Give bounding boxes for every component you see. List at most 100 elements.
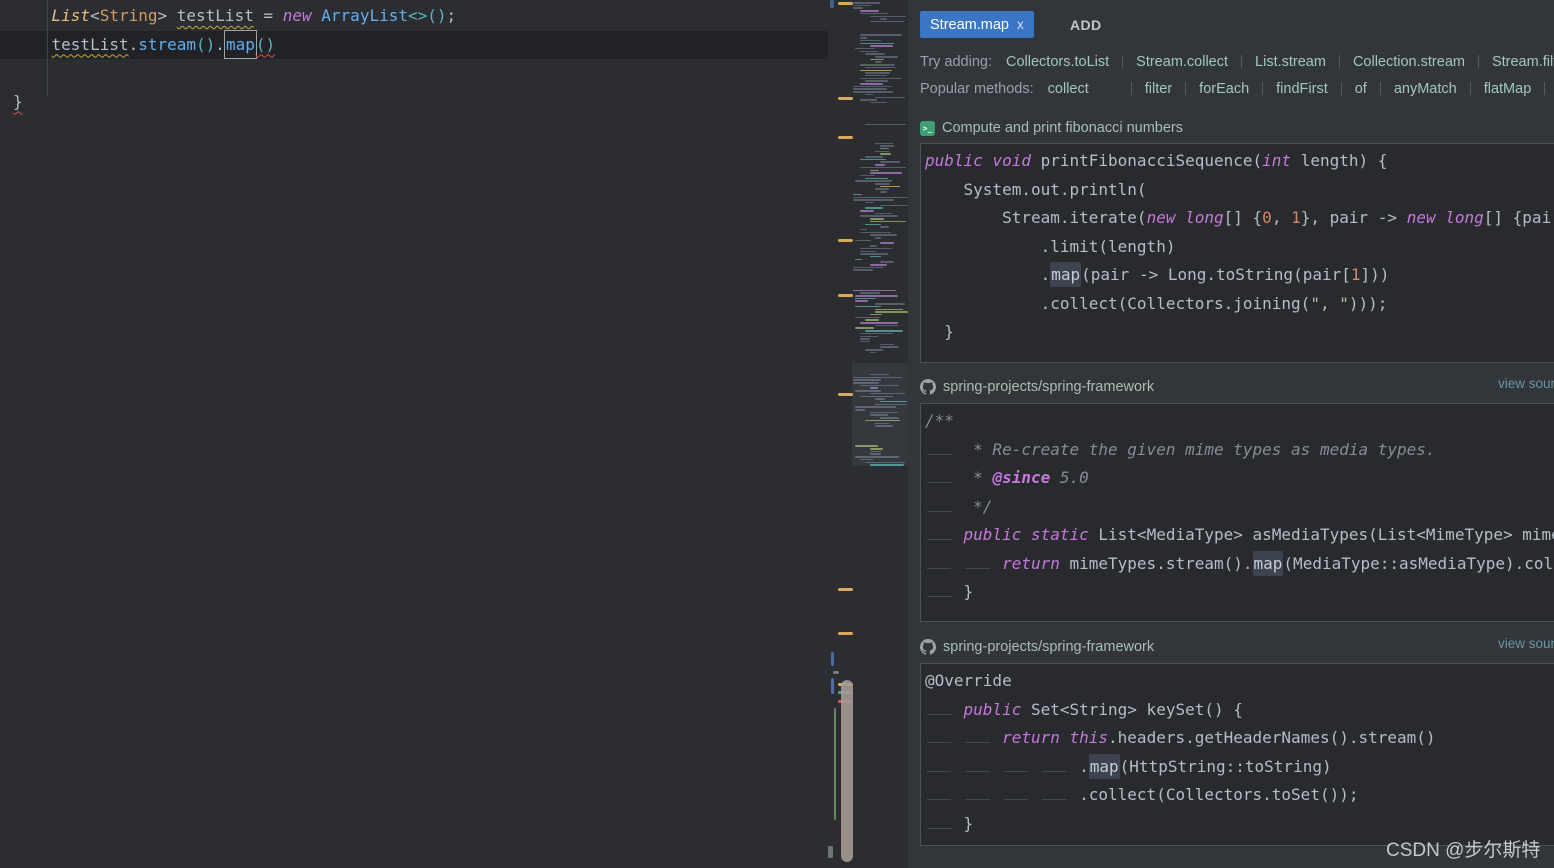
- example-section-header: >_ Compute and print fibonacci numbers: [920, 117, 1183, 139]
- minimap-line: [875, 303, 905, 305]
- minimap-line: [865, 224, 881, 226]
- minimap-line: [880, 161, 900, 163]
- suggestion-link[interactable]: Collection.stream: [1326, 54, 1465, 70]
- minimap-line: [865, 156, 883, 158]
- minimap-line: [865, 349, 883, 351]
- terminal-icon: >_: [920, 121, 935, 136]
- stripe-mark: [830, 0, 834, 8]
- minimap-line: [870, 221, 906, 223]
- code-line: }: [925, 810, 1554, 839]
- stripe-mark: [834, 708, 836, 820]
- code-line: return this.headers.getHeaderNames().str…: [925, 724, 1554, 753]
- code-editor[interactable]: List<String> testList = new ArrayList<>(…: [0, 0, 828, 868]
- method-link[interactable]: sorted: [1531, 81, 1554, 97]
- chip-label: Stream.map: [930, 17, 1009, 33]
- code-line: [13, 59, 456, 88]
- minimap-line: [860, 333, 893, 335]
- method-link[interactable]: anyMatch: [1367, 81, 1457, 97]
- minimap-line: [860, 338, 870, 340]
- minimap-line: [880, 205, 908, 207]
- method-link[interactable]: of: [1328, 81, 1367, 97]
- suggestion-link[interactable]: List.stream: [1228, 54, 1326, 70]
- minimap-line: [880, 261, 894, 263]
- code-line: Stream.iterate(new long[] {0, 1}, pair -…: [925, 204, 1554, 233]
- github-icon: [920, 639, 936, 655]
- minimap-line: [880, 242, 894, 244]
- minimap-line: [860, 251, 876, 253]
- code-line: .collect(Collectors.toSet());: [925, 781, 1554, 810]
- method-link[interactable]: filter: [1089, 81, 1172, 97]
- minimap-line: [860, 10, 879, 12]
- minimap-line: [870, 256, 881, 258]
- view-source-link[interactable]: view source: [1498, 376, 1554, 391]
- minimap-line: [855, 240, 871, 242]
- minimap-line: [860, 336, 878, 338]
- minimap-line: [880, 344, 894, 346]
- minimap-line: [870, 234, 897, 236]
- stripe-mark: [833, 671, 839, 674]
- stripe-mark: [838, 136, 853, 139]
- minimap-line: [855, 295, 898, 297]
- minimap-line: [865, 75, 887, 77]
- suggestion-link[interactable]: Collectors.toList: [1006, 54, 1109, 70]
- method-link[interactable]: collect: [1048, 81, 1089, 97]
- code-line: */: [925, 493, 1554, 522]
- minimap-line: [880, 186, 900, 188]
- minimap-line: [880, 148, 889, 150]
- repo-name[interactable]: spring-projects/spring-framework: [943, 639, 1154, 655]
- minimap-line: [860, 253, 888, 255]
- method-link[interactable]: findFirst: [1249, 81, 1328, 97]
- try-adding-links: Collectors.toListStream.collectList.stre…: [1006, 54, 1554, 70]
- minimap-line: [860, 175, 875, 177]
- minimap-viewport[interactable]: [852, 363, 908, 466]
- view-source-link[interactable]: view source: [1498, 636, 1554, 651]
- minimap-line: [855, 327, 874, 329]
- minimap-line: [860, 99, 877, 101]
- code-line: return mimeTypes.stream().map(MediaType:…: [925, 550, 1554, 579]
- ide-screenshot: { "editor": { "lines": [ [{"c":"sp","t":…: [0, 0, 1554, 868]
- code-search-panel: Stream.map x ADD Try adding:Collectors.t…: [908, 0, 1554, 868]
- minimap-line: [853, 86, 892, 88]
- stripe-mark: [838, 294, 853, 297]
- code-line: List<String> testList = new ArrayList<>(…: [13, 2, 456, 31]
- stripe-mark: [831, 678, 834, 694]
- editor-scroll-gutter: [828, 0, 909, 868]
- code-line: testList.stream().map(): [13, 31, 456, 60]
- minimap-line: [860, 34, 902, 36]
- minimap-line: [875, 61, 882, 63]
- try-adding-row: Try adding:Collectors.toListStream.colle…: [920, 54, 1554, 70]
- minimap-line: [865, 178, 888, 180]
- minimap-line: [870, 16, 906, 18]
- github-icon: [920, 379, 936, 395]
- minimap-line: [870, 102, 887, 104]
- minimap-line: [853, 290, 896, 292]
- scrollbar-thumb[interactable]: [841, 680, 853, 862]
- minimap-line: [860, 341, 870, 343]
- chip-close-icon[interactable]: x: [1017, 17, 1024, 32]
- minimap-line: [853, 7, 863, 9]
- minimap-line: [860, 229, 867, 231]
- code-line: public void printFibonacciSequence(int l…: [925, 147, 1554, 176]
- minimap-line: [875, 237, 881, 239]
- suggestion-link[interactable]: Stream.collect: [1109, 54, 1228, 70]
- repo-name[interactable]: spring-projects/spring-framework: [943, 379, 1154, 395]
- method-link[interactable]: forEach: [1172, 81, 1249, 97]
- minimap-line: [865, 72, 890, 74]
- minimap-line: [860, 40, 881, 42]
- minimap-line: [870, 21, 904, 23]
- minimap-line: [860, 70, 892, 72]
- minimap-line: [870, 172, 902, 174]
- repo-section-header: spring-projects/spring-framework view so…: [920, 376, 1542, 398]
- minimap-line: [853, 269, 873, 271]
- method-link[interactable]: flatMap: [1457, 81, 1532, 97]
- search-tag-chip[interactable]: Stream.map x: [920, 11, 1034, 38]
- minimap-line: [855, 259, 862, 261]
- minimap-line: [875, 143, 893, 145]
- minimap-line: [880, 346, 899, 348]
- minimap-line: [870, 45, 893, 47]
- minimap-line: [860, 64, 895, 66]
- stripe-mark: [831, 652, 834, 666]
- suggestion-link[interactable]: Stream.filter: [1465, 54, 1554, 70]
- add-button[interactable]: ADD: [1070, 17, 1102, 33]
- code-example-block: public void printFibonacciSequence(int l…: [920, 143, 1554, 363]
